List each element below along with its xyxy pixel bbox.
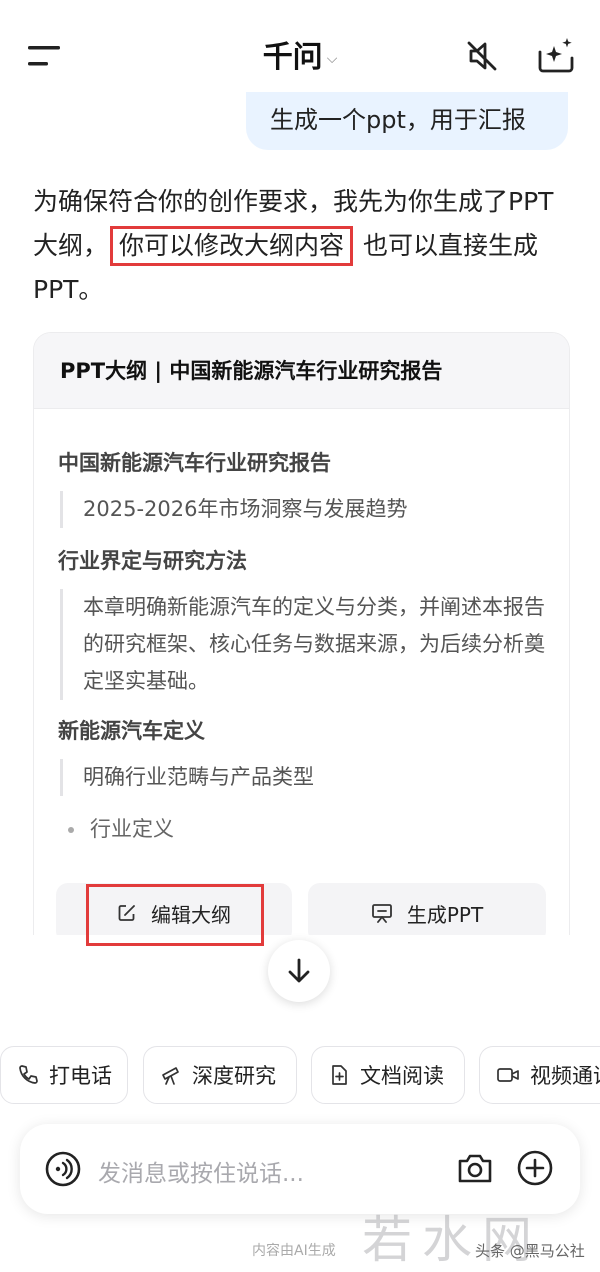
- outline-section-title: 中国新能源汽车行业研究报告: [58, 451, 331, 475]
- quick-action-doc-reading[interactable]: 文档阅读: [311, 1046, 465, 1104]
- camera-icon[interactable]: [456, 1150, 494, 1186]
- app-title[interactable]: 千问 ⌵: [0, 32, 600, 76]
- outline-card-header: PPT大纲 | 中国新能源汽车行业研究报告: [34, 333, 569, 409]
- new-chat-sparkle-icon[interactable]: [536, 36, 576, 74]
- message-input[interactable]: 发消息或按住说话...: [98, 1154, 304, 1188]
- source-attribution: 头条 @黑马公社: [475, 1242, 585, 1260]
- bullet-dot-icon: [68, 827, 74, 833]
- generate-ppt-button[interactable]: 生成PPT: [308, 883, 546, 935]
- outline-section-title: 行业界定与研究方法: [58, 549, 247, 573]
- telescope-icon: [162, 1067, 179, 1085]
- ai-disclaimer: 内容由AI生成: [252, 1243, 336, 1259]
- chevron-down-icon: ⌵: [326, 50, 338, 67]
- ppt-outline-card: PPT大纲 | 中国新能源汽车行业研究报告 中国新能源汽车行业研究报告 2025…: [33, 332, 570, 935]
- highlighted-text: 你可以修改大纲内容: [110, 226, 354, 266]
- outline-section-desc: 2025-2026年市场洞察与发展趋势: [60, 491, 553, 528]
- outline-bullet-item: 行业定义: [68, 813, 174, 843]
- phone-icon: [19, 1065, 38, 1084]
- add-icon[interactable]: [516, 1149, 554, 1187]
- quick-action-call[interactable]: 打电话: [0, 1046, 128, 1104]
- arrow-down-icon: [288, 958, 310, 983]
- assistant-message: 为确保符合你的创作要求，我先为你生成了PPT大纲， 你可以修改大纲内容 也可以直接…: [33, 187, 554, 304]
- video-camera-icon: [497, 1068, 519, 1082]
- outline-section-title: 新能源汽车定义: [58, 719, 205, 743]
- voice-input-icon[interactable]: [44, 1150, 82, 1188]
- scroll-to-bottom-button[interactable]: [268, 940, 330, 1002]
- edit-outline-highlight-box: [86, 884, 264, 946]
- outline-section-desc: 明确行业范畴与产品类型: [60, 759, 553, 796]
- mute-icon[interactable]: [464, 38, 500, 74]
- quick-action-deep-research[interactable]: 深度研究: [143, 1046, 297, 1104]
- presentation-icon: [371, 904, 392, 923]
- document-add-icon: [332, 1065, 347, 1085]
- quick-action-video-call[interactable]: 视频通话: [479, 1046, 600, 1104]
- watermark: 若水网: [362, 1211, 542, 1269]
- user-message-bubble: 生成一个ppt，用于汇报: [246, 92, 568, 150]
- outline-section-desc: 本章明确新能源汽车的定义与分类，并阐述本报告的研究框架、核心任务与数据来源，为后…: [60, 589, 553, 700]
